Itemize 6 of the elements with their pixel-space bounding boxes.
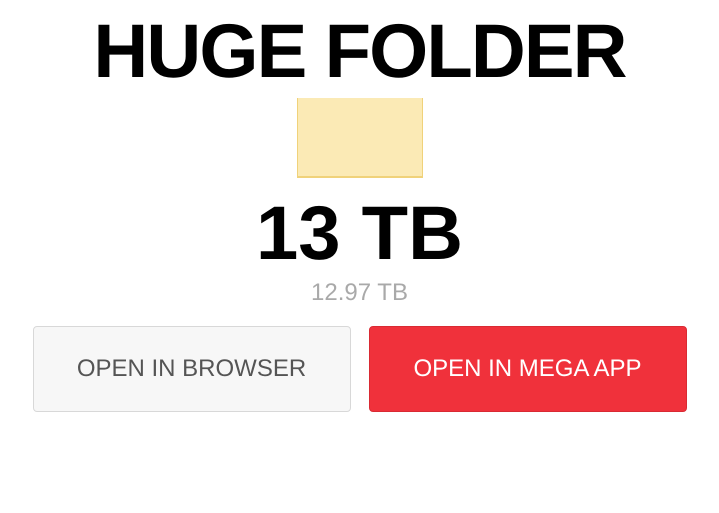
open-browser-button[interactable]: OPEN IN BROWSER: [32, 326, 350, 412]
folder-icon: [296, 98, 422, 178]
caption: 13 TB: [256, 192, 463, 276]
folder-size: 12.97 TB: [311, 278, 408, 308]
open-app-button[interactable]: OPEN IN MEGA APP: [368, 326, 686, 412]
caption: HUGE FOLDER: [93, 10, 626, 94]
